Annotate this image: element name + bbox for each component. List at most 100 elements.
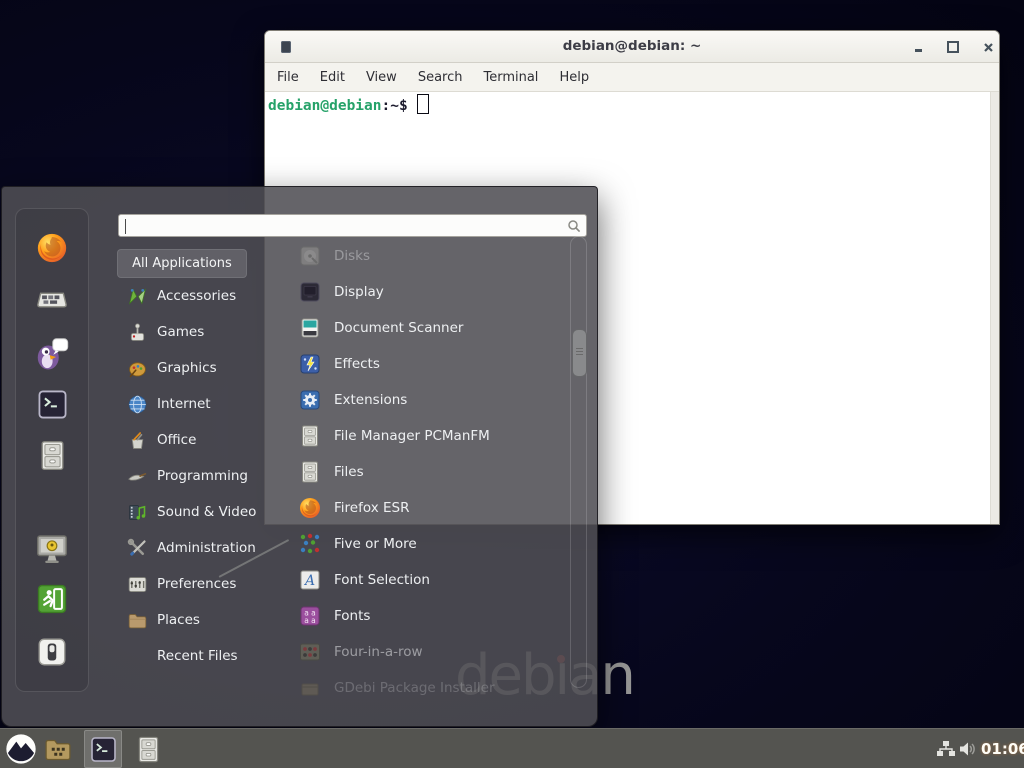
firefox-icon bbox=[35, 231, 69, 265]
app-font-selection[interactable]: A Font Selection bbox=[286, 562, 572, 598]
desktop: debıan debian@debian: ~ File Edit View S… bbox=[0, 0, 1024, 768]
app-gdebi: GDebi Package Installer bbox=[286, 670, 572, 706]
keyboard-icon bbox=[35, 282, 69, 316]
app-files[interactable]: Files bbox=[286, 454, 572, 490]
menu-sidebar bbox=[15, 208, 89, 692]
app-effects[interactable]: Effects bbox=[286, 346, 572, 382]
app-fonts[interactable]: a a a a Fonts bbox=[286, 598, 572, 634]
menu-file[interactable]: File bbox=[277, 70, 299, 85]
category-places[interactable]: Places bbox=[116, 602, 276, 638]
folder-icon bbox=[43, 734, 73, 764]
maximize-button[interactable] bbox=[944, 39, 962, 55]
category-office[interactable]: Office bbox=[116, 422, 276, 458]
sidebar-shutdown-button[interactable] bbox=[34, 634, 70, 670]
sidebar-terminal-button[interactable] bbox=[34, 386, 70, 422]
games-icon bbox=[127, 322, 148, 343]
category-programming[interactable]: Programming bbox=[116, 458, 276, 494]
category-list: Accessories Games Graphics bbox=[116, 278, 276, 674]
sidebar-pidgin-button[interactable] bbox=[34, 335, 70, 371]
terminal-titlebar[interactable]: debian@debian: ~ bbox=[265, 31, 999, 63]
menu-logo-icon bbox=[5, 733, 37, 765]
close-button[interactable] bbox=[979, 39, 997, 55]
search-input[interactable] bbox=[125, 217, 555, 234]
files-icon bbox=[298, 460, 322, 484]
places-icon bbox=[127, 610, 148, 631]
effects-icon bbox=[298, 352, 322, 376]
taskbar-terminal-button[interactable] bbox=[84, 730, 122, 768]
taskbar-files-button[interactable] bbox=[132, 733, 164, 765]
app-five-or-more[interactable]: Five or More bbox=[286, 526, 572, 562]
menu-help[interactable]: Help bbox=[559, 70, 589, 85]
font-selection-icon: A bbox=[298, 568, 322, 592]
app-extensions[interactable]: Extensions bbox=[286, 382, 572, 418]
app-list-scrollbar[interactable] bbox=[570, 236, 587, 688]
application-menu: All Applications Accessories Games bbox=[1, 186, 598, 727]
category-administration[interactable]: Administration bbox=[116, 530, 276, 566]
file-manager-icon bbox=[36, 439, 69, 472]
app-disks: Disks bbox=[286, 238, 572, 274]
extensions-icon bbox=[298, 388, 322, 412]
disks-icon bbox=[298, 244, 322, 268]
sidebar-file-manager-button[interactable] bbox=[34, 437, 70, 473]
sound-video-icon bbox=[127, 502, 148, 523]
app-document-scanner[interactable]: Document Scanner bbox=[286, 310, 572, 346]
menu-launcher-button[interactable] bbox=[4, 732, 38, 766]
application-list: Disks Display Document Scanner bbox=[286, 238, 572, 706]
sidebar-keyboard-button[interactable] bbox=[34, 281, 70, 317]
logout-icon bbox=[35, 582, 69, 616]
app-display[interactable]: Display bbox=[286, 274, 572, 310]
file-manager-icon bbox=[298, 424, 322, 448]
close-icon bbox=[983, 42, 994, 53]
graphics-icon bbox=[127, 358, 148, 379]
scrollbar-thumb[interactable] bbox=[572, 329, 587, 377]
minimize-icon bbox=[915, 49, 922, 52]
four-in-a-row-icon bbox=[298, 640, 322, 664]
desktop-folder-button[interactable] bbox=[42, 733, 74, 765]
all-applications-button[interactable]: All Applications bbox=[117, 249, 247, 278]
speaker-icon bbox=[958, 740, 978, 758]
svg-text:A: A bbox=[303, 573, 315, 589]
programming-icon bbox=[127, 466, 148, 487]
app-firefox-esr[interactable]: Firefox ESR bbox=[286, 490, 572, 526]
menu-terminal[interactable]: Terminal bbox=[483, 70, 538, 85]
pidgin-icon bbox=[34, 335, 70, 371]
preferences-icon bbox=[127, 574, 148, 595]
text-caret bbox=[125, 219, 126, 234]
category-accessories[interactable]: Accessories bbox=[116, 278, 276, 314]
menu-search[interactable]: Search bbox=[418, 70, 463, 85]
terminal-icon bbox=[36, 388, 69, 421]
prompt-path: :~$ bbox=[382, 98, 408, 114]
terminal-scrollbar[interactable] bbox=[990, 92, 999, 524]
prompt-user: debian@debian bbox=[268, 98, 382, 114]
category-graphics[interactable]: Graphics bbox=[116, 350, 276, 386]
menu-search-box bbox=[118, 214, 587, 237]
file-manager-icon bbox=[134, 735, 163, 764]
clock-applet[interactable]: 01:06 bbox=[981, 740, 1024, 758]
volume-applet[interactable] bbox=[958, 740, 978, 758]
terminal-title: debian@debian: ~ bbox=[265, 38, 999, 54]
category-games[interactable]: Games bbox=[116, 314, 276, 350]
menu-view[interactable]: View bbox=[366, 70, 397, 85]
accessories-icon bbox=[127, 286, 148, 307]
minimize-button[interactable] bbox=[909, 39, 927, 55]
display-icon bbox=[298, 280, 322, 304]
office-icon bbox=[127, 430, 148, 451]
maximize-icon bbox=[947, 41, 959, 53]
network-icon bbox=[936, 740, 956, 758]
menu-edit[interactable]: Edit bbox=[320, 70, 345, 85]
sidebar-firefox-button[interactable] bbox=[34, 230, 70, 266]
network-applet[interactable] bbox=[936, 740, 956, 758]
firefox-icon bbox=[298, 496, 322, 520]
app-file-manager-pcmanfm[interactable]: File Manager PCManFM bbox=[286, 418, 572, 454]
category-internet[interactable]: Internet bbox=[116, 386, 276, 422]
category-sound-video[interactable]: Sound & Video bbox=[116, 494, 276, 530]
lock-screen-icon bbox=[34, 530, 70, 566]
category-recent-files[interactable]: Recent Files bbox=[116, 638, 276, 674]
category-preferences[interactable]: Preferences bbox=[116, 566, 276, 602]
gdebi-icon bbox=[298, 676, 322, 700]
app-four-in-a-row: Four-in-a-row bbox=[286, 634, 572, 670]
sidebar-lock-screen-button[interactable] bbox=[34, 530, 70, 566]
all-applications-label: All Applications bbox=[132, 256, 232, 271]
sidebar-logout-button[interactable] bbox=[34, 581, 70, 617]
document-scanner-icon bbox=[298, 316, 322, 340]
